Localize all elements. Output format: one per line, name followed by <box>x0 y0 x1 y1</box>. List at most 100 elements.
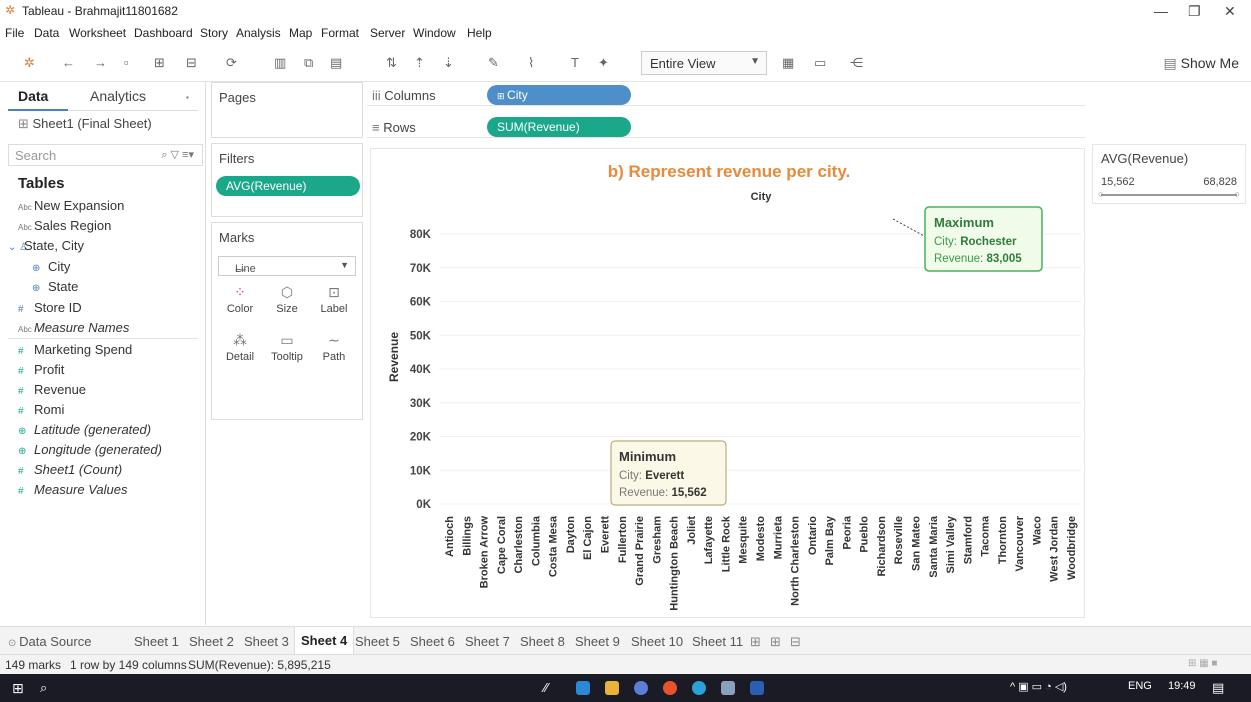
marks-detail-button[interactable]: ⁂ Detail <box>218 329 262 373</box>
field-profit[interactable]: # Profit <box>18 362 64 377</box>
tab-data-source[interactable]: ⊙ Data Source <box>8 634 91 649</box>
field-sales-region[interactable]: Abc Sales Region <box>18 218 111 233</box>
chart-view[interactable]: b) Represent revenue per city. City Reve… <box>370 148 1085 618</box>
rows-shelf[interactable]: ≡ Rows SUM(Revenue) <box>367 116 1085 138</box>
tab-sheet-6[interactable]: Sheet 6 <box>410 634 455 649</box>
presentation-icon[interactable]: ▭ <box>814 55 826 71</box>
save-icon[interactable]: ▫ <box>124 55 129 70</box>
forward-icon[interactable]: → <box>94 55 107 70</box>
tab-sheet-3[interactable]: Sheet 3 <box>244 634 289 649</box>
columns-shelf[interactable]: iii Columns ⊞ City <box>367 84 1085 106</box>
tab-sheet-9[interactable]: Sheet 9 <box>575 634 620 649</box>
rows-pill-sum-revenue[interactable]: SUM(Revenue) <box>487 117 631 137</box>
marks-color-button[interactable]: ⁘ Color <box>218 281 262 325</box>
vscode-icon[interactable] <box>576 681 590 695</box>
marks-path-button[interactable]: ∼ Path <box>312 329 356 373</box>
field-measure-values[interactable]: # Measure Values <box>18 482 127 497</box>
menu-help[interactable]: Help <box>467 26 492 40</box>
field-measure-names[interactable]: Abc Measure Names <box>18 320 129 335</box>
sort-desc-icon[interactable]: ⇣ <box>443 55 454 71</box>
pin-icon[interactable]: ✦ <box>598 55 609 71</box>
marks-size-button[interactable]: ⬡ Size <box>265 281 309 325</box>
clear-sheet-icon[interactable]: ▤ <box>330 55 342 71</box>
pages-card[interactable]: Pages <box>211 82 363 138</box>
slider-handle-max[interactable]: ○ <box>1235 189 1240 199</box>
labels-icon[interactable]: T <box>571 55 579 70</box>
filters-card[interactable]: Filters AVG(Revenue) <box>211 143 363 217</box>
tab-sheet-7[interactable]: Sheet 7 <box>465 634 510 649</box>
field-latitude[interactable]: ⊕ Latitude (generated) <box>18 422 151 437</box>
tab-sheet-8[interactable]: Sheet 8 <box>520 634 565 649</box>
data-source-item[interactable]: ⊞ Sheet1 (Final Sheet) <box>18 116 152 132</box>
field-marketing-spend[interactable]: # Marketing Spend <box>18 342 132 357</box>
pause-updates-icon[interactable]: ⊟ <box>186 55 197 71</box>
avg-revenue-legend[interactable]: AVG(Revenue) 15,562 68,828 ○ ○ <box>1092 144 1246 204</box>
group-icon[interactable]: ⌇ <box>528 55 534 71</box>
restore-button[interactable]: ❐ <box>1188 3 1201 20</box>
menu-data[interactable]: Data <box>34 26 59 40</box>
language-indicator[interactable]: ENG <box>1128 680 1152 692</box>
menu-map[interactable]: Map <box>289 26 312 40</box>
tableau-taskbar-icon[interactable] <box>721 681 735 695</box>
tab-sheet-1[interactable]: Sheet 1 <box>134 634 179 649</box>
menu-dashboard[interactable]: Dashboard <box>134 26 193 40</box>
app-icon[interactable] <box>634 681 648 695</box>
menu-worksheet[interactable]: Worksheet <box>69 26 126 40</box>
collapse-icon[interactable]: ▪ <box>186 93 189 102</box>
show-cards-icon[interactable]: ▦ <box>782 55 794 71</box>
range-slider[interactable] <box>1101 194 1237 196</box>
field-romi[interactable]: # Romi <box>18 402 64 417</box>
word-icon[interactable] <box>750 681 764 695</box>
tableau-icon[interactable]: ✲ <box>24 55 35 71</box>
new-sheet-icon[interactable]: ▥ <box>274 55 286 71</box>
new-story-icon[interactable]: ⊟ <box>790 634 801 650</box>
duplicate-sheet-icon[interactable]: ⧉ <box>304 55 313 71</box>
new-dashboard-icon[interactable]: ⊞ <box>770 634 781 650</box>
new-datasource-icon[interactable]: ⊞ <box>154 55 165 71</box>
share-icon[interactable]: ⋲ <box>850 55 863 71</box>
new-worksheet-icon[interactable]: ⊞ <box>750 634 761 650</box>
field-new-expansion[interactable]: Abc New Expansion <box>18 198 124 213</box>
clock[interactable]: 19:49 <box>1168 680 1196 692</box>
menu-file[interactable]: File <box>5 26 24 40</box>
menu-analysis[interactable]: Analysis <box>236 26 281 40</box>
menu-story[interactable]: Story <box>200 26 228 40</box>
search-input[interactable]: Search ⌕ ▽ ≡▾ <box>8 144 203 166</box>
sort-asc-icon[interactable]: ⇡ <box>414 55 425 71</box>
slider-handle-min[interactable]: ○ <box>1098 189 1103 199</box>
highlight-icon[interactable]: ✎ <box>488 55 499 71</box>
search-filter-icons[interactable]: ⌕ ▽ ≡▾ <box>161 148 194 162</box>
field-state-city[interactable]: ⌄ ♙State, City <box>8 238 84 253</box>
show-me-button[interactable]: ▤ Show Me <box>1164 55 1239 72</box>
menu-window[interactable]: Window <box>413 26 456 40</box>
fit-dropdown[interactable]: Entire View ▼ <box>641 51 767 75</box>
field-sheet1-count[interactable]: # Sheet1 (Count) <box>18 462 122 477</box>
field-store-id[interactable]: # Store ID <box>18 300 82 315</box>
back-icon[interactable]: ← <box>62 55 75 70</box>
filter-pill-avg-revenue[interactable]: AVG(Revenue) <box>216 176 360 196</box>
edge-icon[interactable] <box>692 681 706 695</box>
field-revenue[interactable]: # Revenue <box>18 382 86 397</box>
notification-icon[interactable]: ▤ <box>1212 680 1224 696</box>
tab-sheet-5[interactable]: Sheet 5 <box>355 634 400 649</box>
tab-sheet-4[interactable]: Sheet 4 <box>294 627 355 655</box>
close-button[interactable]: ✕ <box>1224 3 1236 20</box>
file-explorer-icon[interactable] <box>605 681 619 695</box>
sheet-nav-icon[interactable]: ⊞ ▦ ■ <box>1188 658 1217 669</box>
tab-sheet-10[interactable]: Sheet 10 <box>631 634 683 649</box>
menu-server[interactable]: Server <box>370 26 405 40</box>
app-pin-icon[interactable]: ⁄⁄ <box>544 680 548 695</box>
menu-format[interactable]: Format <box>321 26 359 40</box>
swap-icon[interactable]: ⇅ <box>386 55 397 71</box>
tab-sheet-11[interactable]: Sheet 11 <box>692 634 743 649</box>
field-longitude[interactable]: ⊕ Longitude (generated) <box>18 442 162 457</box>
marks-label-button[interactable]: ⊡ Label <box>312 281 356 325</box>
search-icon[interactable]: ⌕ <box>40 680 47 696</box>
tab-analytics[interactable]: Analytics <box>90 88 146 104</box>
windows-start-icon[interactable]: ⊞ <box>12 680 24 697</box>
field-city[interactable]: ⊕ City <box>32 259 70 274</box>
refresh-icon[interactable]: ⟳ <box>226 55 237 71</box>
field-state[interactable]: ⊕ State <box>32 279 78 294</box>
marks-tooltip-button[interactable]: ▭ Tooltip <box>265 329 309 373</box>
chrome-icon[interactable] <box>663 681 677 695</box>
